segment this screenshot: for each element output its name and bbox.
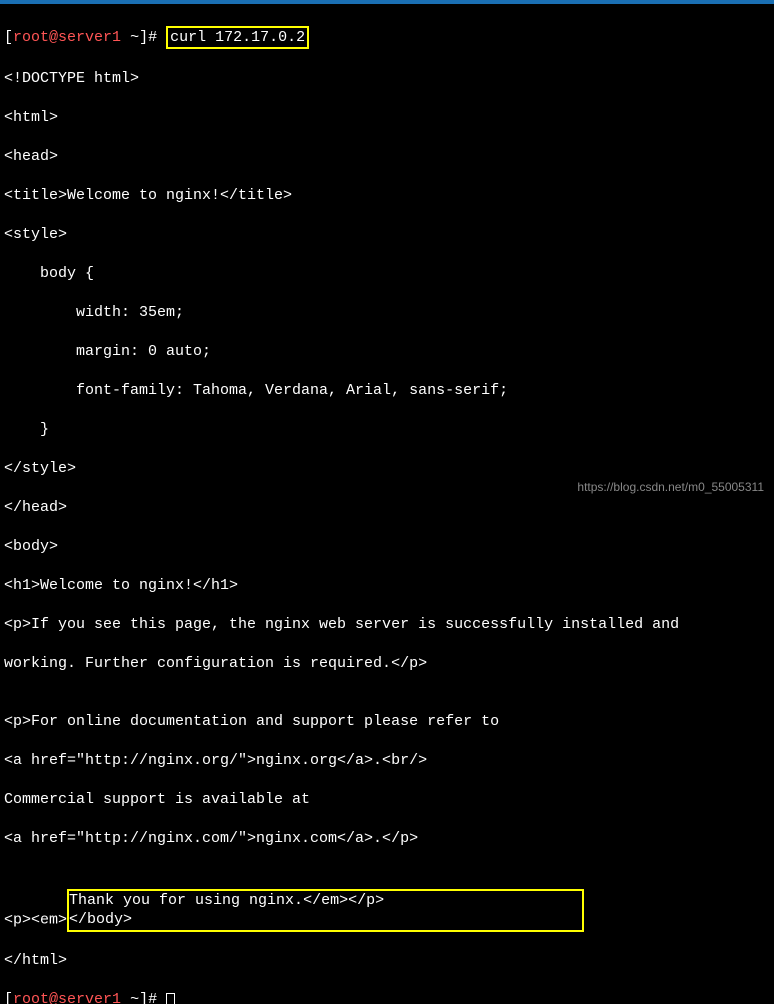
bracket-open: [	[4, 991, 13, 1004]
output-line: <a href="http://nginx.org/">nginx.org</a…	[4, 751, 770, 771]
output-line: font-family: Tahoma, Verdana, Arial, san…	[4, 381, 770, 401]
thankyou-text: Thank you for using nginx.	[69, 892, 303, 909]
cursor	[166, 993, 175, 1004]
watermark: https://blog.csdn.net/m0_55005311	[577, 480, 764, 496]
output-line-highlighted: <p><em>Thank you for using nginx.</em></…	[4, 888, 770, 932]
prompt-host: server1	[58, 991, 121, 1004]
bracket-close: ]	[139, 29, 148, 46]
output-line: <h1>Welcome to nginx!</h1>	[4, 576, 770, 596]
output-line: </style>	[4, 459, 770, 479]
prompt-at: @	[49, 29, 58, 46]
output-text: <p><em>	[4, 911, 67, 928]
output-text: </em></p>	[303, 892, 384, 909]
prompt-host: server1	[58, 29, 121, 46]
command-line: [root@server1 ~]# curl 172.17.0.2	[4, 26, 770, 50]
prompt-path: ~	[130, 29, 139, 46]
output-line: <!DOCTYPE html>	[4, 69, 770, 89]
bracket-close: ]	[139, 991, 148, 1004]
body-close: </body>	[69, 910, 582, 930]
output-line: <style>	[4, 225, 770, 245]
output-line: <html>	[4, 108, 770, 128]
output-line: body {	[4, 264, 770, 284]
output-line: margin: 0 auto;	[4, 342, 770, 362]
prompt-user: root	[13, 991, 49, 1004]
highlighted-command: curl 172.17.0.2	[166, 26, 309, 50]
prompt-space	[121, 29, 130, 46]
prompt-path: ~	[130, 991, 139, 1004]
output-line: </head>	[4, 498, 770, 518]
output-line: working. Further configuration is requir…	[4, 654, 770, 674]
prompt-at: @	[49, 991, 58, 1004]
output-line: <body>	[4, 537, 770, 557]
output-line: <head>	[4, 147, 770, 167]
bracket-open: [	[4, 29, 13, 46]
prompt-line: [root@server1 ~]#	[4, 990, 770, 1004]
prompt-hash: #	[148, 991, 166, 1004]
terminal-output[interactable]: [root@server1 ~]# curl 172.17.0.2 <!DOCT…	[0, 4, 774, 1004]
output-line: <a href="http://nginx.com/">nginx.com</a…	[4, 829, 770, 849]
output-line: <title>Welcome to nginx!</title>	[4, 186, 770, 206]
prompt-user: root	[13, 29, 49, 46]
output-line: }	[4, 420, 770, 440]
highlighted-thankyou: Thank you for using nginx.</em></p></bod…	[67, 889, 584, 932]
output-line: <p>If you see this page, the nginx web s…	[4, 615, 770, 635]
output-line: <p>For online documentation and support …	[4, 712, 770, 732]
prompt-hash: #	[148, 29, 166, 46]
output-line: </html>	[4, 951, 770, 971]
output-line: Commercial support is available at	[4, 790, 770, 810]
output-line: width: 35em;	[4, 303, 770, 323]
